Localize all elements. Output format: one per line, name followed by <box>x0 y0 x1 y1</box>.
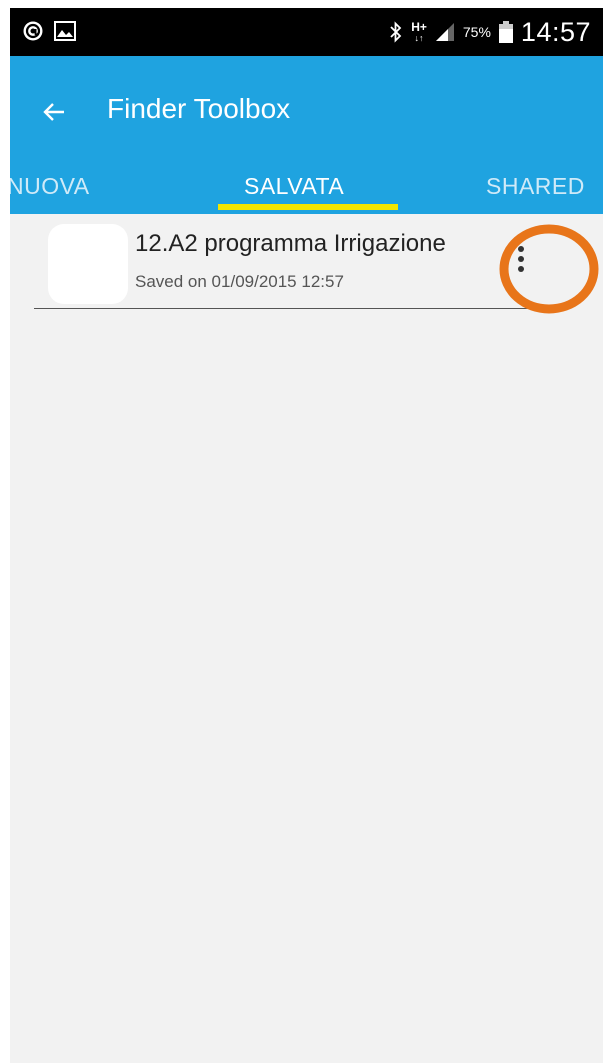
overflow-dot <box>518 266 524 272</box>
overflow-menu-button[interactable] <box>506 234 536 284</box>
back-button[interactable] <box>34 92 74 132</box>
status-bar: H+ ↓↑ 75% 14:57 <box>10 8 603 56</box>
item-thumbnail <box>48 224 128 304</box>
status-bar-right: H+ ↓↑ 75% 14:57 <box>389 16 591 48</box>
list-divider <box>34 308 546 309</box>
tab-selected-indicator <box>218 204 398 210</box>
app-bar: Finder Toolbox NUOVA SALVATA SHARED <box>10 56 603 214</box>
app-title: Finder Toolbox <box>107 93 291 124</box>
bluetooth-icon <box>389 21 403 43</box>
signal-icon <box>435 22 455 42</box>
network-type: H+ <box>411 19 427 34</box>
network-icon: H+ ↓↑ <box>411 19 427 43</box>
item-title: 12.A2 programma Irrigazione <box>135 230 446 257</box>
overflow-dot <box>518 256 524 262</box>
image-icon <box>54 21 76 41</box>
phone-screen: H+ ↓↑ 75% 14:57 Finder Toolbox NUOVA SAL… <box>10 8 603 1063</box>
tab-nuova[interactable]: NUOVA <box>10 158 90 214</box>
at-sign-icon <box>22 20 44 42</box>
arrow-left-icon <box>43 103 64 121</box>
status-bar-left <box>22 20 76 42</box>
battery-percent: 75% <box>462 24 491 40</box>
tab-shared[interactable]: SHARED <box>486 158 585 214</box>
overflow-dot <box>518 246 524 252</box>
status-time: 14:57 <box>520 16 591 47</box>
battery-icon <box>498 21 513 43</box>
item-subtitle: Saved on 01/09/2015 12:57 <box>135 272 344 291</box>
